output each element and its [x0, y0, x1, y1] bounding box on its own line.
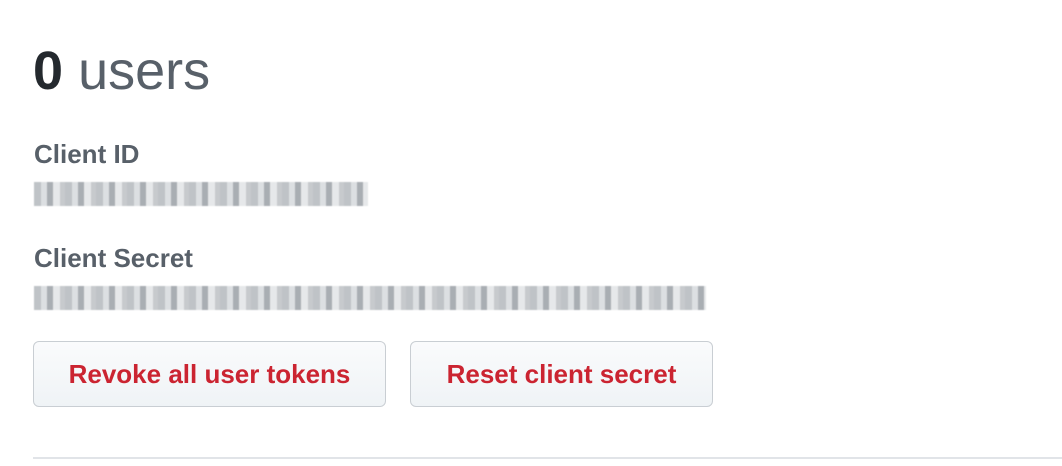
- client-secret-value-redacted: [34, 286, 706, 310]
- client-id-value-redacted: [34, 182, 368, 206]
- oauth-app-credentials-panel: 0 users Client ID Client Secret Revoke a…: [0, 0, 1062, 466]
- client-id-label: Client ID: [34, 139, 140, 169]
- revoke-all-user-tokens-button[interactable]: Revoke all user tokens: [33, 341, 386, 407]
- users-count-value: 0: [33, 41, 64, 101]
- client-secret-label: Client Secret: [34, 243, 193, 273]
- section-divider: [33, 457, 1062, 459]
- reset-client-secret-button[interactable]: Reset client secret: [410, 341, 713, 407]
- users-count-heading: 0 users: [33, 36, 210, 106]
- users-count-unit: users: [78, 41, 211, 101]
